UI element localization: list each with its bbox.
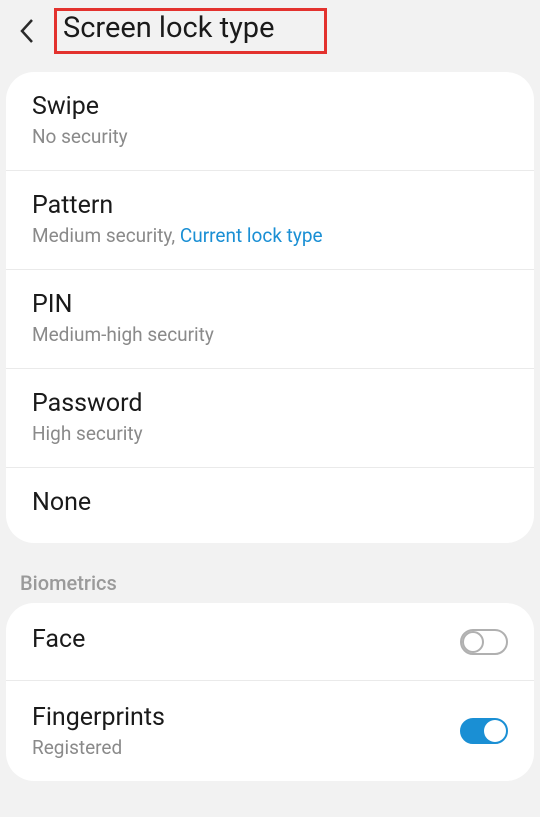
current-lock-type-label: Current lock type <box>180 224 323 247</box>
lock-type-title: Password <box>32 389 508 418</box>
lock-type-pattern[interactable]: Pattern Medium security, Current lock ty… <box>6 171 534 270</box>
face-toggle[interactable] <box>460 629 508 655</box>
lock-type-sub: Medium security, Current lock type <box>32 224 508 247</box>
lock-type-none[interactable]: None <box>6 468 534 543</box>
biometric-fingerprints[interactable]: Fingerprints Registered <box>6 681 534 781</box>
lock-type-sub: No security <box>32 125 508 148</box>
lock-type-title: PIN <box>32 290 508 319</box>
lock-type-title: None <box>32 488 508 517</box>
biometric-title: Fingerprints <box>32 703 460 732</box>
biometrics-section-header: Biometrics <box>0 543 540 603</box>
toggle-knob <box>484 720 506 742</box>
lock-type-sub: High security <box>32 422 508 445</box>
lock-type-password[interactable]: Password High security <box>6 369 534 468</box>
title-highlight-box: Screen lock type <box>54 8 327 54</box>
biometric-face[interactable]: Face <box>6 603 534 681</box>
lock-type-swipe[interactable]: Swipe No security <box>6 72 534 171</box>
toggle-knob <box>462 631 484 653</box>
lock-type-title: Pattern <box>32 191 508 220</box>
lock-type-pin[interactable]: PIN Medium-high security <box>6 270 534 369</box>
biometric-title: Face <box>32 625 460 654</box>
lock-type-sub: Medium-high security <box>32 323 508 346</box>
biometrics-card: Face Fingerprints Registered <box>6 603 534 781</box>
lock-type-card: Swipe No security Pattern Medium securit… <box>6 72 534 543</box>
back-icon[interactable] <box>10 14 44 48</box>
lock-type-title: Swipe <box>32 92 508 121</box>
fingerprints-toggle[interactable] <box>460 718 508 744</box>
biometric-sub: Registered <box>32 736 460 759</box>
page-title: Screen lock type <box>63 11 274 45</box>
